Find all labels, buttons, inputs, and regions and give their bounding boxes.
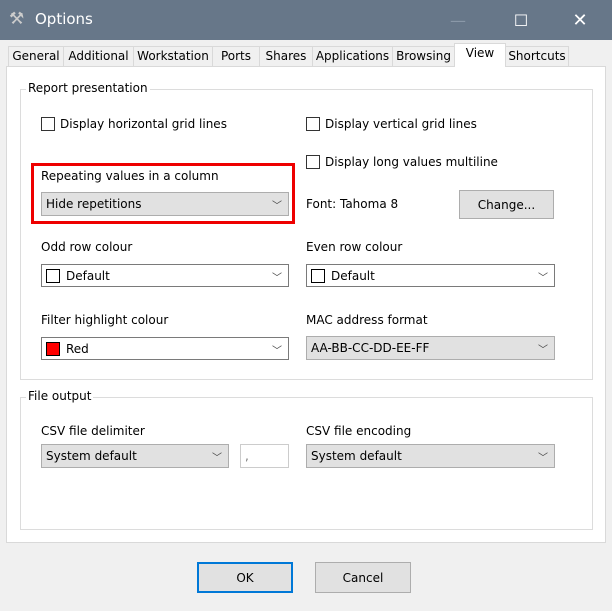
maximize-button[interactable]: ☐ — [498, 0, 544, 40]
dropdown-value: Red — [66, 341, 89, 356]
csv-delimiter-label: CSV file delimiter — [41, 424, 145, 438]
tab-additional[interactable]: Additional — [63, 46, 134, 67]
custom-delimiter-input[interactable]: , — [240, 444, 289, 468]
long-values-label: Display long values multiline — [325, 155, 498, 169]
group-label: File output — [26, 389, 94, 403]
title-bar: ⚒ Options — ☐ ✕ — [0, 0, 612, 40]
tab-workstation[interactable]: Workstation — [133, 46, 213, 67]
mac-format-label: MAC address format — [306, 313, 428, 327]
window-title: Options — [35, 10, 93, 28]
long-values-checkbox[interactable] — [306, 155, 320, 169]
odd-row-label: Odd row colour — [41, 240, 133, 254]
tab-applications[interactable]: Applications — [312, 46, 393, 67]
dropdown-value: System default — [311, 449, 402, 463]
tab-browsing[interactable]: Browsing — [392, 46, 455, 67]
odd-row-dropdown[interactable]: Default ﹀ — [41, 264, 289, 287]
vertical-grid-label: Display vertical grid lines — [325, 117, 477, 131]
change-font-button[interactable]: Change... — [459, 190, 554, 219]
even-row-label: Even row colour — [306, 240, 403, 254]
horizontal-grid-label: Display horizontal grid lines — [60, 117, 227, 131]
tab-shortcuts[interactable]: Shortcuts — [505, 46, 569, 67]
csv-encoding-label: CSV file encoding — [306, 424, 412, 438]
mac-format-dropdown[interactable]: AA-BB-CC-DD-EE-FF ﹀ — [306, 336, 555, 360]
minimize-button[interactable]: — — [435, 0, 481, 40]
repeating-values-dropdown[interactable]: Hide repetitions ﹀ — [41, 192, 289, 216]
chevron-down-icon: ﹀ — [272, 201, 282, 212]
dropdown-value: Hide repetitions — [46, 197, 142, 211]
tools-icon: ⚒ — [9, 9, 25, 29]
chevron-down-icon: ﹀ — [538, 453, 548, 464]
chevron-down-icon: ﹀ — [272, 346, 282, 357]
font-label: Font: Tahoma 8 — [306, 197, 399, 211]
close-button[interactable]: ✕ — [557, 0, 603, 40]
chevron-down-icon: ﹀ — [538, 273, 548, 284]
tab-general[interactable]: General — [8, 46, 64, 67]
dropdown-value: Default — [331, 268, 375, 283]
filter-highlight-dropdown[interactable]: Red ﹀ — [41, 337, 289, 360]
csv-encoding-dropdown[interactable]: System default ﹀ — [306, 444, 555, 468]
filter-highlight-label: Filter highlight colour — [41, 313, 169, 327]
cancel-button[interactable]: Cancel — [315, 562, 411, 593]
dropdown-value: Default — [66, 268, 110, 283]
tab-ports[interactable]: Ports — [212, 46, 260, 67]
ok-button[interactable]: OK — [197, 562, 293, 593]
even-row-dropdown[interactable]: Default ﹀ — [306, 264, 555, 287]
color-swatch — [46, 341, 60, 356]
repeating-label: Repeating values in a column — [41, 169, 219, 183]
csv-delimiter-dropdown[interactable]: System default ﹀ — [41, 444, 229, 468]
chevron-down-icon: ﹀ — [212, 453, 222, 464]
tab-view[interactable]: View — [454, 43, 506, 67]
color-swatch — [46, 268, 60, 283]
tab-shares[interactable]: Shares — [259, 46, 313, 67]
color-swatch — [311, 268, 325, 283]
vertical-grid-checkbox[interactable] — [306, 117, 320, 131]
group-label: Report presentation — [26, 81, 150, 95]
chevron-down-icon: ﹀ — [272, 273, 282, 284]
dropdown-value: System default — [46, 449, 137, 463]
chevron-down-icon: ﹀ — [538, 345, 548, 356]
horizontal-grid-checkbox[interactable] — [41, 117, 55, 131]
dropdown-value: AA-BB-CC-DD-EE-FF — [311, 341, 430, 355]
